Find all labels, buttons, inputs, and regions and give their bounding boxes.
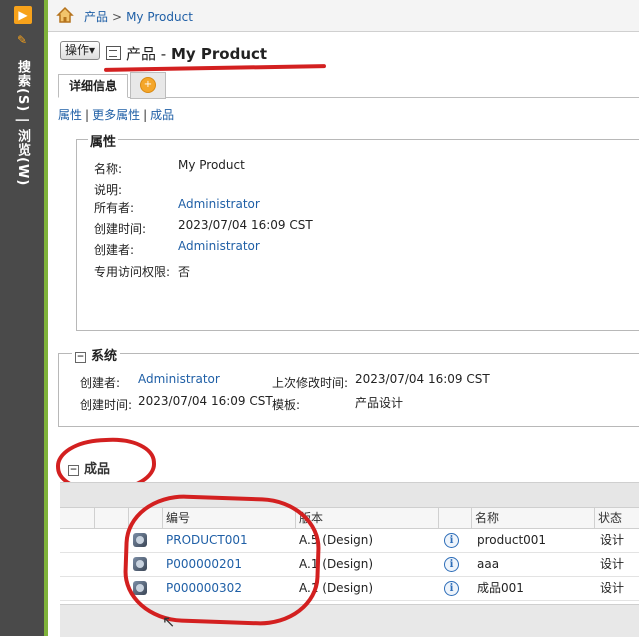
col-info [438,508,472,528]
sys-label-template: 模板: [272,398,301,412]
row-name: 成品001 [477,581,524,595]
breadcrumb-separator: > [112,10,123,24]
attributes-panel-title: 属性 [88,131,119,150]
product-icon [106,46,121,60]
tab-strip: 详细信息 + [58,72,639,99]
pin-icon[interactable]: ✎ [17,34,29,46]
sys-value-created: 2023/07/04 16:09 CST [138,394,273,408]
annotation-circle [121,492,323,628]
attr-value-owner[interactable]: Administrator [178,197,260,211]
row-name: aaa [477,557,500,571]
page-title-prefix: 产品 - [126,45,171,63]
main-content: 产品 > My Product 操作▾ 产品 - My Product 详细信息 +… [48,0,639,637]
system-panel-legend: 系统 [91,349,118,364]
collapse-icon[interactable]: − [75,352,86,363]
actions-dropdown-button[interactable]: 操作▾ [60,41,101,60]
system-panel-title[interactable]: − 系统 [72,345,121,364]
sys-value-template: 产品设计 [355,396,404,410]
breadcrumb-root[interactable]: 产品 [84,10,108,24]
col-select[interactable] [60,508,93,528]
attr-label-private-access: 专用访问权限: [94,265,171,279]
breadcrumb-current[interactable]: My Product [126,10,193,24]
attr-value-creator[interactable]: Administrator [178,239,260,253]
attr-label-creator: 创建者: [94,243,135,257]
top-bar: 产品 > My Product [48,0,639,32]
subnav-separator: | [143,108,148,122]
page-title: 产品 - My Product [106,43,267,64]
sys-value-modified: 2023/07/04 16:09 CST [355,372,490,386]
col-state[interactable]: 状态 [594,508,639,528]
annotation-underline [103,64,327,72]
sys-label-created: 创建时间: [80,398,133,412]
tab-details[interactable]: 详细信息 [58,74,128,98]
link-more-attributes[interactable]: 更多属性 [92,108,140,122]
grid-toolbar [60,482,639,507]
col-actions [94,508,128,528]
col-name[interactable]: 名称 [471,508,595,528]
link-attributes[interactable]: 属性 [58,108,82,122]
row-state: 设计 [600,533,625,547]
attr-value-created: 2023/07/04 16:09 CST [178,218,313,232]
attr-value-private-access: 否 [178,265,191,279]
add-tab-icon: + [140,77,156,93]
row-state: 设计 [600,581,625,595]
system-panel [58,353,639,427]
sys-value-creator[interactable]: Administrator [138,372,220,386]
attr-value-name: My Product [178,158,245,172]
info-icon[interactable]: i [444,533,459,548]
info-icon[interactable]: i [444,557,459,572]
rail-search-browse-label[interactable]: 搜索(S) | 浏览(W) [12,60,32,186]
tab-add[interactable]: + [130,72,166,99]
attr-label-name: 名称: [94,162,123,176]
home-icon[interactable] [56,6,74,24]
info-icon[interactable]: i [444,581,459,596]
attributes-panel [76,139,639,331]
row-state: 设计 [600,557,625,571]
page-title-object: My Product [170,45,268,63]
link-finished[interactable]: 成品 [150,108,174,122]
sys-label-modified: 上次修改时间: [272,376,349,390]
mouse-cursor-icon: ↖ [162,612,176,631]
breadcrumb: 产品 > My Product [84,8,193,25]
attr-label-description: 说明: [94,183,123,197]
attr-label-created: 创建时间: [94,222,147,236]
left-rail: ▶ ✎ 搜索(S) | 浏览(W) [0,0,44,636]
col-version[interactable]: 版本 [295,508,439,528]
section-links: 属性 | 更多属性 | 成品 [58,106,174,123]
sys-label-creator: 创建者: [80,376,121,390]
attr-label-owner: 所有者: [94,201,135,215]
navigator-toggle-icon[interactable]: ▶ [14,6,32,24]
row-name: product001 [477,533,547,547]
subnav-separator: | [85,108,90,122]
